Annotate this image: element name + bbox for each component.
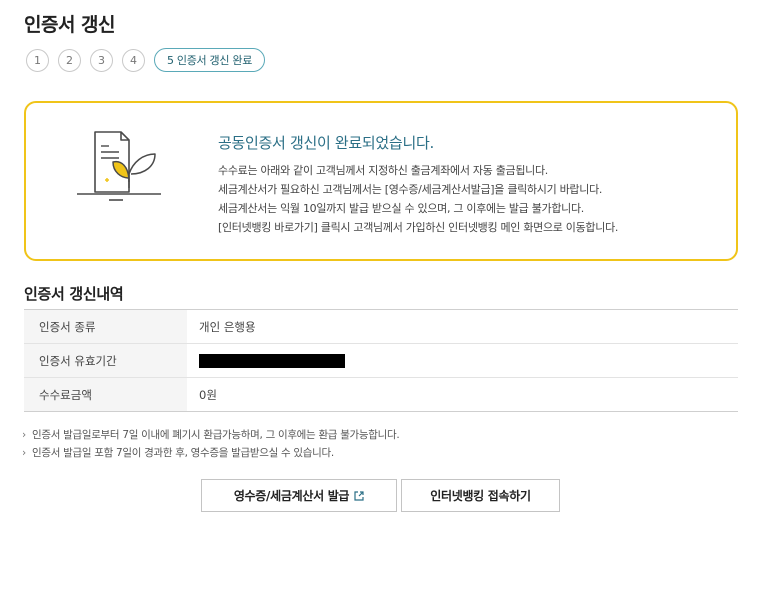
receipt-button[interactable]: 영수증/세금계산서 발급 — [201, 479, 397, 512]
notice-title: 공동인증서 갱신이 완료되었습니다. — [218, 134, 434, 152]
external-link-icon — [354, 490, 364, 501]
row-label: 인증서 유효기간 — [24, 343, 187, 378]
row-label: 수수료금액 — [24, 377, 187, 412]
certificate-sprout-icon — [77, 131, 161, 201]
details-table: 인증서 종류 개인 은행용 인증서 유효기간 수수료금액 0원 — [24, 309, 738, 412]
notice-line: 수수료는 아래와 같이 고객님께서 지정하신 출금계좌에서 자동 출금됩니다. — [218, 164, 548, 177]
receipt-button-label: 영수증/세금계산서 발급 — [233, 489, 350, 503]
notice-line: 세금계산서가 필요하신 고객님께서는 [영수증/세금계산서발급]을 클릭하시기 … — [218, 183, 603, 196]
step-4: 4 — [122, 48, 145, 72]
notes-list: › 인증서 발급일로부터 7일 이내에 폐기시 환급가능하며, 그 이후에는 환… — [22, 426, 400, 462]
bullet-icon: › — [22, 429, 26, 441]
redacted-block — [199, 353, 345, 368]
bullet-icon: › — [22, 447, 26, 459]
table-row: 인증서 종류 개인 은행용 — [24, 309, 738, 344]
list-item: › 인증서 발급일 포함 7일이 경과한 후, 영수증을 발급받으실 수 있습니… — [22, 444, 399, 462]
list-item: › 인증서 발급일로부터 7일 이내에 폐기시 환급가능하며, 그 이후에는 환… — [22, 426, 400, 444]
table-row: 인증서 유효기간 — [24, 343, 738, 378]
note-text: 인증서 발급일 포함 7일이 경과한 후, 영수증을 발급받으실 수 있습니다. — [32, 447, 334, 459]
row-label: 인증서 종류 — [24, 309, 187, 344]
step-current: 5 인증서 갱신 완료 — [154, 48, 266, 72]
step-2: 2 — [58, 48, 81, 72]
row-value: 0원 — [199, 387, 217, 402]
note-text: 인증서 발급일로부터 7일 이내에 폐기시 환급가능하며, 그 이후에는 환급 … — [32, 429, 400, 441]
internet-banking-button[interactable]: 인터넷뱅킹 접속하기 — [401, 479, 560, 512]
step-indicator: 1 2 3 4 5 인증서 갱신 완료 — [26, 48, 266, 72]
details-title: 인증서 갱신내역 — [24, 285, 124, 303]
table-row: 수수료금액 0원 — [24, 377, 738, 412]
notice-line: [인터넷뱅킹 바로가기] 클릭시 고객님께서 가입하신 인터넷뱅킹 메인 화면으… — [218, 221, 619, 234]
internet-banking-button-label: 인터넷뱅킹 접속하기 — [430, 489, 531, 503]
notice-text: 수수료는 아래와 같이 고객님께서 지정하신 출금계좌에서 자동 출금됩니다. … — [218, 161, 618, 237]
page-title: 인증서 갱신 — [24, 14, 116, 36]
row-value — [187, 344, 738, 378]
notice-line: 세금계산서는 익월 10일까지 발급 받으실 수 있으며, 그 이후에는 발급 … — [218, 202, 584, 215]
completion-notice: 공동인증서 갱신이 완료되었습니다. 수수료는 아래와 같이 고객님께서 지정하… — [24, 101, 738, 261]
step-3: 3 — [90, 48, 113, 72]
step-1: 1 — [26, 48, 49, 72]
row-value: 개인 은행용 — [199, 319, 256, 334]
